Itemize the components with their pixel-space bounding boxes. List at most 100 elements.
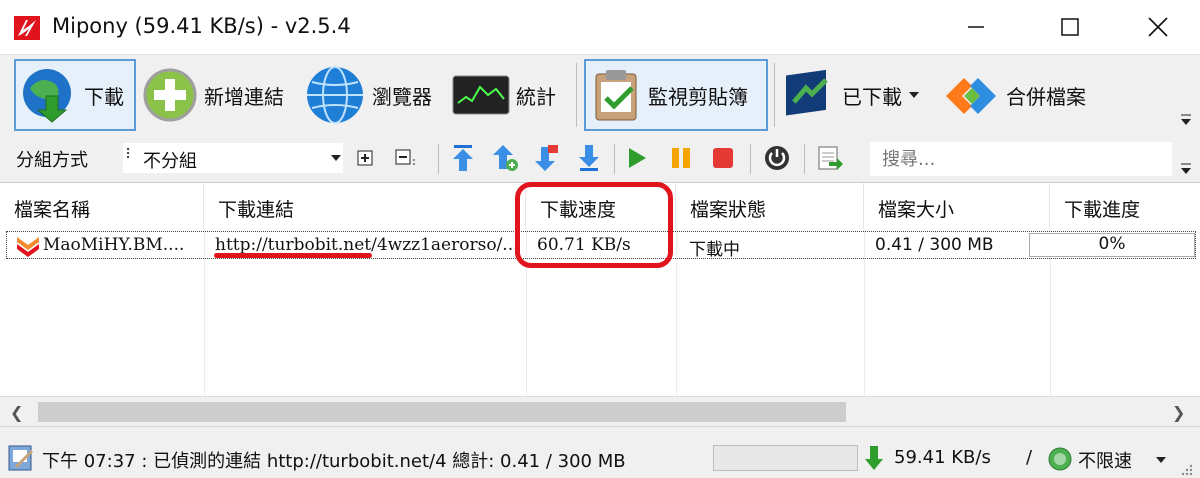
row-progress-text: 0%	[1098, 234, 1126, 254]
merge-files-label: 合併檔案	[1006, 84, 1086, 109]
downloaded-button[interactable]: 已下載	[782, 59, 934, 131]
toolbar2-overflow-button[interactable]	[1180, 162, 1192, 179]
stop-icon	[713, 148, 733, 168]
move-top-icon	[453, 145, 473, 171]
export-button[interactable]	[814, 142, 844, 174]
tree-dots-icon: ⠇	[125, 147, 136, 163]
collapse-all-button[interactable]	[392, 142, 422, 174]
chevron-down-icon	[909, 92, 919, 98]
expand-all-button[interactable]	[350, 142, 380, 174]
overflow-chevron-icon	[1181, 114, 1191, 125]
speed-separator: /	[1026, 447, 1033, 468]
scroll-left-icon[interactable]: ❮	[10, 403, 23, 422]
row-progress-bar: 0%	[1029, 233, 1195, 257]
column-header-status[interactable]: 檔案狀態	[676, 183, 864, 229]
minimize-icon	[968, 26, 984, 28]
move-up-icon	[493, 145, 518, 171]
secondary-toolbar: 分組方式 ⠇ 不分組	[0, 134, 1200, 182]
add-circle-icon	[143, 68, 197, 122]
minus-box-icon	[395, 149, 415, 167]
browser-button[interactable]: 瀏覽器	[304, 59, 444, 131]
clipboard-check-icon	[595, 70, 637, 121]
stats-button[interactable]: 統計	[452, 59, 572, 131]
move-bottom-button[interactable]	[574, 142, 604, 174]
status-bar: 下午 07:37 : 已偵測的連結 http://turbobit.net/4 …	[0, 426, 1200, 478]
column-header-size[interactable]: 檔案大小	[864, 183, 1050, 229]
resize-grip-icon[interactable]	[1180, 463, 1194, 477]
monitor-clipboard-button[interactable]: 監視剪貼簿	[584, 59, 768, 131]
window-title: Mipony (59.41 KB/s) - v2.5.4	[52, 14, 351, 38]
status-message: 下午 07:37 : 已偵測的連結 http://turbobit.net/4 …	[42, 451, 626, 472]
row-link: http://turbobit.net/4wzz1aerorso/...	[215, 235, 515, 255]
horizontal-scrollbar[interactable]: ❮ ❯	[0, 396, 1200, 426]
chart-monitor-icon	[452, 75, 510, 115]
status-progress-box	[713, 445, 858, 471]
shutdown-button[interactable]	[762, 142, 792, 174]
download-arrow-icon	[865, 446, 883, 470]
speed-limit-value[interactable]: 不限速	[1078, 447, 1132, 473]
downloaded-label: 已下載	[842, 84, 902, 109]
search-box[interactable]	[870, 142, 1172, 176]
file-download-icon	[17, 237, 39, 257]
toolbar-divider	[438, 144, 439, 174]
scroll-right-icon[interactable]: ❯	[1172, 403, 1185, 422]
column-header-filename[interactable]: 檔案名稱	[0, 183, 204, 229]
overflow-chevron-icon	[1181, 163, 1191, 174]
clipboard-monitor-status-icon	[8, 445, 34, 471]
pause-icon	[672, 148, 690, 168]
browser-label: 瀏覽器	[372, 84, 432, 109]
title-bar: Mipony (59.41 KB/s) - v2.5.4	[0, 0, 1200, 54]
group-by-select[interactable]: ⠇ 不分組	[122, 142, 344, 174]
scrollbar-thumb[interactable]	[38, 402, 846, 422]
download-button[interactable]: 下載	[14, 59, 136, 131]
monitor-clipboard-label: 監視剪貼簿	[648, 84, 748, 109]
add-link-button[interactable]: 新增連結	[142, 59, 292, 131]
search-input[interactable]	[870, 142, 1172, 176]
group-by-label: 分組方式	[16, 150, 88, 171]
stop-button[interactable]	[708, 142, 738, 174]
close-icon	[1148, 17, 1168, 37]
link-underline-annotation	[214, 253, 372, 258]
toolbar-overflow-button[interactable]	[1180, 113, 1192, 130]
row-filename: MaoMiHY.BM....	[43, 235, 185, 255]
stats-label: 統計	[516, 84, 556, 109]
toolbar-divider	[614, 144, 615, 174]
merge-arrows-icon	[946, 78, 996, 114]
add-link-label: 新增連結	[204, 84, 284, 109]
speed-highlight-box	[515, 182, 673, 268]
move-down-icon	[535, 145, 558, 171]
power-icon	[765, 146, 789, 170]
toolbar-divider	[774, 63, 775, 127]
main-toolbar: 下載 新增連結 瀏覽器 統計 監視剪貼簿 已下載 合併檔案	[0, 54, 1200, 134]
downloaded-box-icon	[786, 69, 828, 116]
move-bottom-icon	[579, 145, 599, 171]
mipony-logo-icon	[14, 16, 40, 40]
column-header-link[interactable]: 下載連結	[204, 183, 526, 229]
toolbar-divider	[804, 144, 805, 174]
total-speed: 59.41 KB/s	[894, 447, 991, 468]
pause-button[interactable]	[666, 142, 696, 174]
toolbar-divider	[750, 144, 751, 174]
speed-limit-dropdown-icon[interactable]	[1156, 457, 1166, 463]
move-down-button[interactable]	[532, 142, 562, 174]
move-top-button[interactable]	[448, 142, 478, 174]
globe-download-icon	[23, 69, 71, 123]
maximize-button[interactable]	[1030, 0, 1110, 54]
globe-icon	[307, 66, 363, 124]
download-label: 下載	[84, 84, 124, 109]
play-icon	[629, 148, 646, 168]
move-up-button[interactable]	[490, 142, 520, 174]
row-status: 下載中	[689, 240, 740, 260]
row-size: 0.41 / 300 MB	[875, 235, 994, 255]
close-button[interactable]	[1118, 0, 1198, 54]
speed-limit-icon	[1048, 447, 1072, 471]
toolbar-divider	[576, 63, 577, 127]
minimize-button[interactable]	[936, 0, 1016, 54]
plus-box-icon	[357, 150, 373, 166]
start-button[interactable]	[622, 142, 652, 174]
maximize-icon	[1061, 18, 1079, 36]
dropdown-arrow-icon	[331, 155, 341, 161]
export-list-icon	[818, 146, 843, 170]
column-header-progress[interactable]: 下載進度	[1050, 183, 1200, 229]
merge-files-button[interactable]: 合併檔案	[942, 59, 1102, 131]
